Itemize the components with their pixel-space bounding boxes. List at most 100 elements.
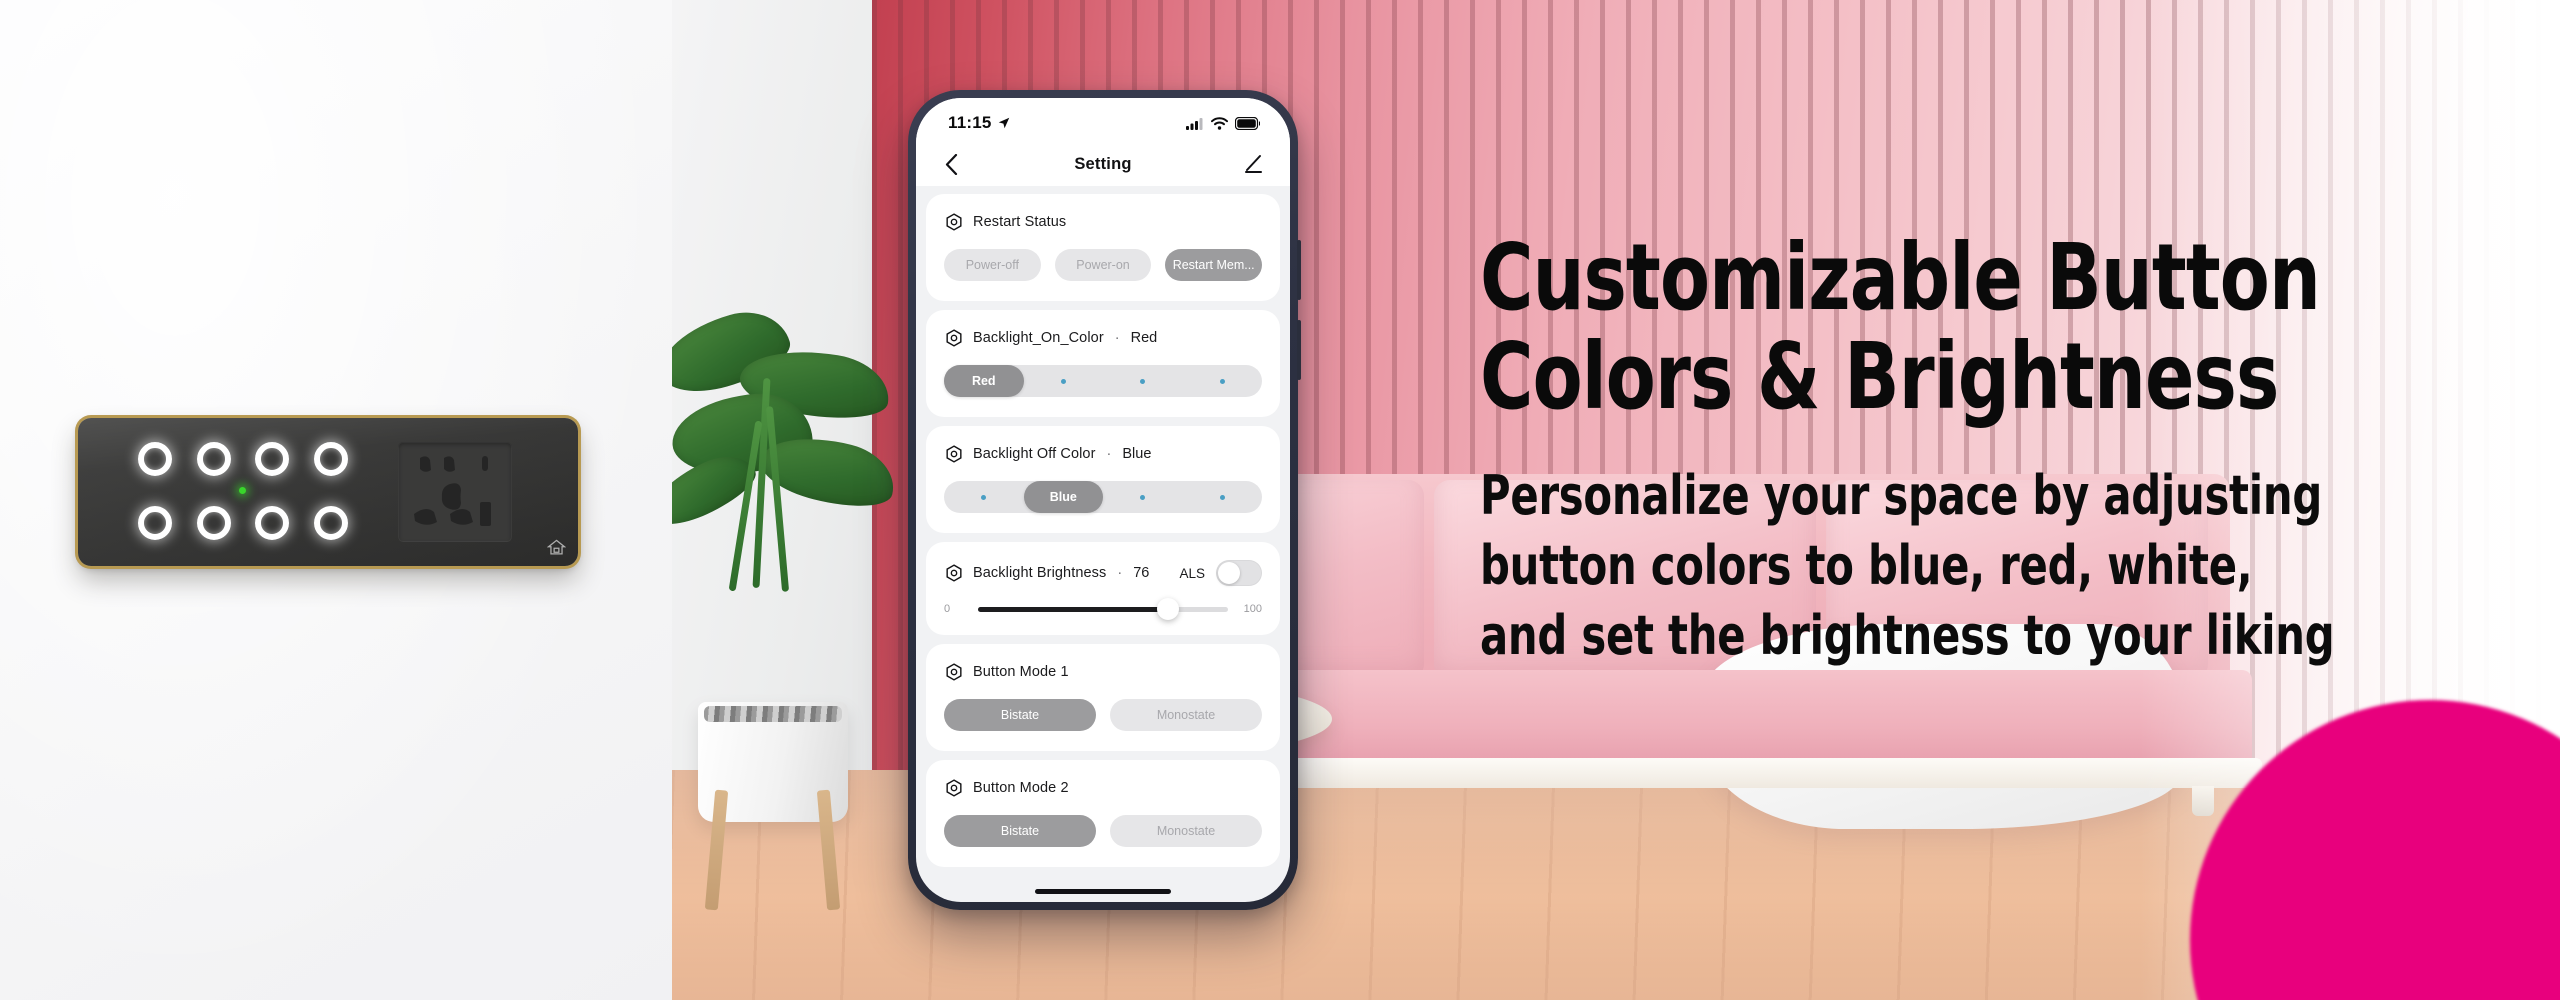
switch-button-3[interactable] bbox=[255, 442, 290, 476]
section-value: Red bbox=[1130, 330, 1158, 346]
home-indicator-bar bbox=[1035, 889, 1171, 894]
hexagon-target-icon bbox=[946, 445, 962, 463]
pot-pebbles bbox=[704, 706, 842, 722]
section-header: Button Mode 2 bbox=[944, 778, 1262, 798]
pill-restart-memory[interactable]: Restart Mem... bbox=[1165, 249, 1263, 281]
headline-line-2: Colors & Brightness bbox=[1480, 323, 2279, 431]
pill-monostate[interactable]: Monostate bbox=[1110, 815, 1262, 847]
switch-button-6[interactable] bbox=[196, 506, 231, 540]
headline-line-1: Customizable Button bbox=[1480, 224, 2321, 331]
brightness-slider[interactable] bbox=[978, 598, 1228, 620]
segment-dot bbox=[1140, 494, 1146, 500]
section-backlight-brightness: Backlight Brightness · 76 ALS 0 100 bbox=[926, 542, 1280, 635]
toggle-knob bbox=[1218, 562, 1240, 584]
status-bar: 11:15 bbox=[916, 98, 1290, 142]
section-separator: · bbox=[1114, 330, 1120, 346]
phone-mockup: 11:15 Setting Restart Status Power-off P… bbox=[908, 90, 1301, 910]
section-header: Restart Status bbox=[944, 212, 1262, 232]
segment-option-3[interactable] bbox=[1103, 365, 1183, 397]
switch-button-row-bottom bbox=[138, 506, 348, 540]
hexagon-target-icon bbox=[946, 663, 962, 681]
switch-button-row-top bbox=[138, 442, 348, 476]
nav-bar: Setting bbox=[916, 142, 1290, 186]
pill-bistate[interactable]: Bistate bbox=[944, 815, 1096, 847]
section-header: Backlight Brightness · 76 ALS bbox=[944, 560, 1262, 586]
smart-switch-panel bbox=[78, 418, 578, 566]
status-icons bbox=[1186, 116, 1260, 130]
chevron-left-icon[interactable] bbox=[938, 151, 964, 177]
segment-option-2[interactable] bbox=[1024, 365, 1104, 397]
marketing-copy: Customizable Button Colors & Brightness … bbox=[1480, 228, 2520, 671]
als-toggle[interactable] bbox=[1216, 560, 1262, 586]
segment-dot bbox=[1219, 378, 1225, 384]
segmented-control-backlight-off: Blue bbox=[944, 481, 1262, 513]
status-time-group: 11:15 bbox=[948, 113, 1011, 133]
als-label: ALS bbox=[1179, 565, 1205, 581]
hexagon-target-icon bbox=[946, 564, 962, 582]
section-value: 76 bbox=[1133, 565, 1150, 581]
home-icon bbox=[546, 538, 567, 557]
segment-option-4[interactable] bbox=[1183, 481, 1263, 513]
pill-power-off[interactable]: Power-off bbox=[944, 249, 1041, 281]
segment-option-4[interactable] bbox=[1183, 365, 1263, 397]
slider-knob[interactable] bbox=[1157, 598, 1179, 620]
switch-button-4[interactable] bbox=[313, 442, 348, 476]
switch-button-8[interactable] bbox=[313, 506, 348, 540]
section-label: Restart Status bbox=[973, 214, 1067, 230]
body-line-2: button colors to blue, red, white, bbox=[1480, 533, 2253, 597]
section-separator: · bbox=[1117, 565, 1123, 581]
segmented-control-backlight-on: Red bbox=[944, 365, 1262, 397]
section-separator: · bbox=[1106, 446, 1112, 462]
segment-option-1[interactable] bbox=[944, 481, 1024, 513]
switch-button-7[interactable] bbox=[255, 506, 290, 540]
battery-full-icon bbox=[1235, 116, 1260, 130]
hexagon-target-icon bbox=[946, 213, 962, 231]
section-backlight-off-color: Backlight Off Color · Blue Blue bbox=[926, 426, 1280, 533]
body-copy: Personalize your space by adjusting butt… bbox=[1480, 461, 2374, 672]
screenshot-canvas: 11:15 Setting Restart Status Power-off P… bbox=[0, 0, 2560, 1000]
edit-pencil-icon[interactable] bbox=[1242, 151, 1268, 177]
body-line-1: Personalize your space by adjusting bbox=[1480, 463, 2322, 527]
section-header: Button Mode 1 bbox=[944, 662, 1262, 682]
potted-plant bbox=[672, 290, 912, 911]
brightness-slider-row: 0 100 bbox=[944, 598, 1262, 620]
pill-bistate[interactable]: Bistate bbox=[944, 699, 1096, 731]
page-title: Setting bbox=[1074, 154, 1132, 173]
body-line-3: and set the brightness to your liking bbox=[1480, 604, 2335, 668]
segment-dot bbox=[981, 494, 987, 500]
switch-button-2[interactable] bbox=[196, 442, 231, 476]
slider-fill bbox=[978, 606, 1168, 612]
universal-power-socket bbox=[398, 442, 512, 542]
phone-volume-button[interactable] bbox=[1297, 240, 1301, 300]
switch-button-5[interactable] bbox=[138, 506, 172, 540]
pill-monostate[interactable]: Monostate bbox=[1110, 699, 1262, 731]
section-restart-status: Restart Status Power-off Power-on Restar… bbox=[926, 194, 1280, 301]
cellular-signal-icon bbox=[1186, 117, 1203, 130]
phone-screen: 11:15 Setting Restart Status Power-off P… bbox=[916, 98, 1290, 902]
phone-power-button[interactable] bbox=[1297, 320, 1301, 380]
segment-red[interactable]: Red bbox=[944, 365, 1024, 397]
section-label: Backlight Off Color bbox=[973, 446, 1096, 462]
pill-group: Bistate Monostate bbox=[944, 699, 1262, 731]
status-time: 11:15 bbox=[948, 113, 992, 132]
section-header: Backlight Off Color · Blue bbox=[944, 444, 1262, 464]
pill-power-on[interactable]: Power-on bbox=[1054, 249, 1152, 281]
location-arrow-icon bbox=[998, 117, 1009, 129]
section-label: Backlight_On_Color bbox=[973, 330, 1104, 346]
left-product-scene bbox=[0, 0, 672, 1000]
pill-group: Power-off Power-on Restart Mem... bbox=[944, 249, 1263, 281]
settings-list: Restart Status Power-off Power-on Restar… bbox=[916, 186, 1290, 867]
segment-blue[interactable]: Blue bbox=[1023, 481, 1103, 513]
status-led-indicator bbox=[239, 487, 246, 494]
segment-dot bbox=[1219, 494, 1225, 500]
section-header: Backlight_On_Color · Red bbox=[944, 328, 1262, 348]
section-label: Button Mode 1 bbox=[973, 664, 1069, 680]
segment-option-3[interactable] bbox=[1103, 481, 1183, 513]
hexagon-target-icon bbox=[946, 779, 962, 797]
section-backlight-on-color: Backlight_On_Color · Red Red bbox=[926, 310, 1280, 417]
wifi-icon bbox=[1211, 116, 1228, 130]
section-label: Button Mode 2 bbox=[973, 780, 1069, 796]
slider-min-label: 0 bbox=[944, 603, 951, 615]
switch-button-1[interactable] bbox=[138, 442, 172, 476]
als-group: ALS bbox=[1179, 560, 1262, 586]
